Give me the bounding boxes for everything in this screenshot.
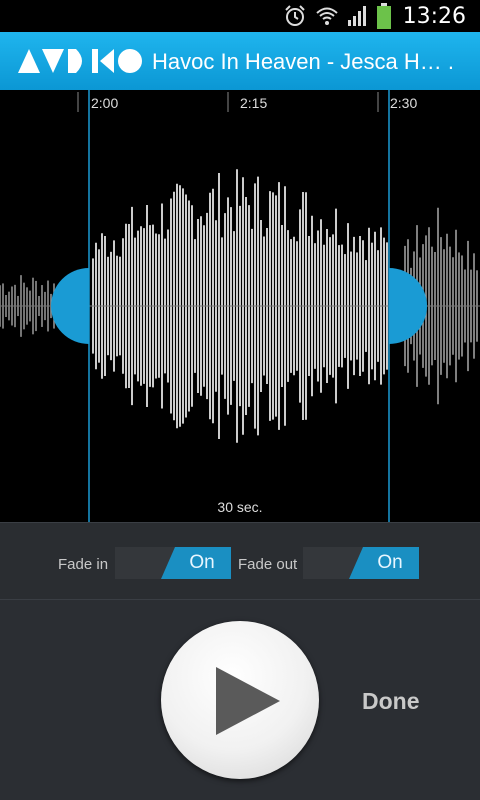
selection-start-handle <box>51 268 89 344</box>
status-bar: 13:26 <box>0 0 480 32</box>
play-icon <box>216 667 280 735</box>
fade-out-toggle[interactable]: On <box>303 547 419 579</box>
battery-icon <box>376 3 391 29</box>
fade-controls: Fade in On Fade out On <box>0 522 480 600</box>
waveform[interactable] <box>0 90 480 522</box>
selection-duration: 30 sec. <box>217 499 263 515</box>
done-button[interactable]: Done <box>362 688 420 715</box>
clock: 13:26 <box>402 3 466 29</box>
alarm-icon <box>284 5 305 26</box>
selection-end-handle <box>389 268 427 344</box>
waveform-editor[interactable]: 2:00 2:15 2:30 30 sec. <box>0 90 480 522</box>
status-icons: 13:26 <box>283 3 466 29</box>
fade-out-label: Fade out <box>238 556 298 573</box>
app-title-bar: Havoc In Heaven - Jesca H… . <box>0 32 480 90</box>
signal-icon <box>347 6 366 26</box>
song-title: Havoc In Heaven - Jesca H… . <box>152 49 455 74</box>
tick-label-1: 2:00 <box>91 95 119 111</box>
play-button[interactable] <box>161 621 319 779</box>
fade-out-toggle-state: On <box>377 552 403 573</box>
wifi-icon <box>315 7 338 25</box>
fade-in-label: Fade in <box>58 556 109 573</box>
playback-controls: Done <box>0 600 480 800</box>
app-logo[interactable] <box>18 48 144 74</box>
fade-in-toggle[interactable]: On <box>115 547 231 579</box>
tick-label-3: 2:30 <box>390 95 418 111</box>
tick-label-2: 2:15 <box>240 95 268 111</box>
fade-in-toggle-state: On <box>189 552 215 573</box>
